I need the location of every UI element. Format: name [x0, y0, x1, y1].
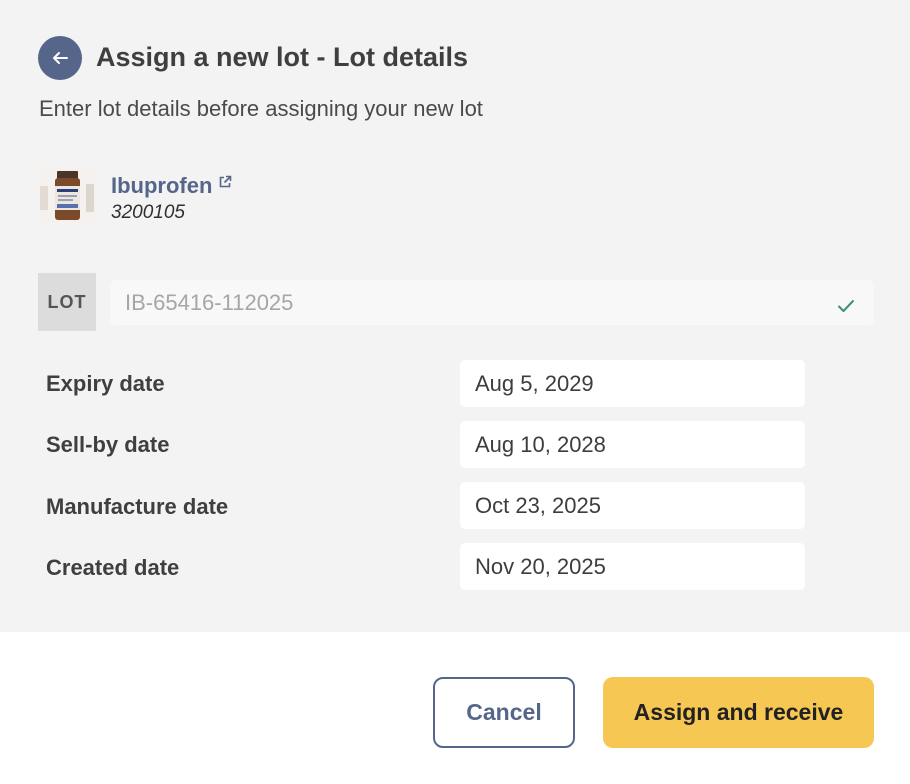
expiry-date-field[interactable]: Aug 5, 2029 [460, 360, 805, 407]
expiry-date-label: Expiry date [46, 371, 165, 396]
external-link-icon [218, 173, 232, 199]
sell-by-date-label: Sell-by date [46, 432, 170, 457]
created-date-label: Created date [46, 555, 180, 580]
lot-number-input[interactable]: IB-65416-112025 [110, 280, 874, 325]
lot-details-panel: Assign a new lot - Lot details Enter lot… [0, 0, 910, 632]
page-subtitle: Enter lot details before assigning your … [39, 96, 483, 121]
product-code: 3200105 [111, 202, 185, 223]
product-name: Ibuprofen [111, 173, 213, 198]
medicine-bottle-image [38, 166, 96, 223]
manufacture-date-label: Manufacture date [46, 494, 229, 519]
cancel-button[interactable]: Cancel [433, 677, 575, 748]
lot-badge: LOT [38, 273, 96, 331]
assign-and-receive-button[interactable]: Assign and receive [603, 677, 874, 748]
product-link[interactable]: Ibuprofen [111, 173, 232, 199]
product-thumbnail [38, 166, 96, 223]
page-title: Assign a new lot - Lot details [96, 42, 469, 72]
sell-by-date-field[interactable]: Aug 10, 2028 [460, 421, 805, 468]
lot-number-placeholder: IB-65416-112025 [125, 289, 294, 315]
manufacture-date-field[interactable]: Oct 23, 2025 [460, 482, 805, 529]
created-date-field[interactable]: Nov 20, 2025 [460, 543, 805, 590]
arrow-left-icon [53, 52, 68, 64]
checkmark-icon [837, 293, 855, 319]
back-button[interactable] [38, 36, 82, 80]
